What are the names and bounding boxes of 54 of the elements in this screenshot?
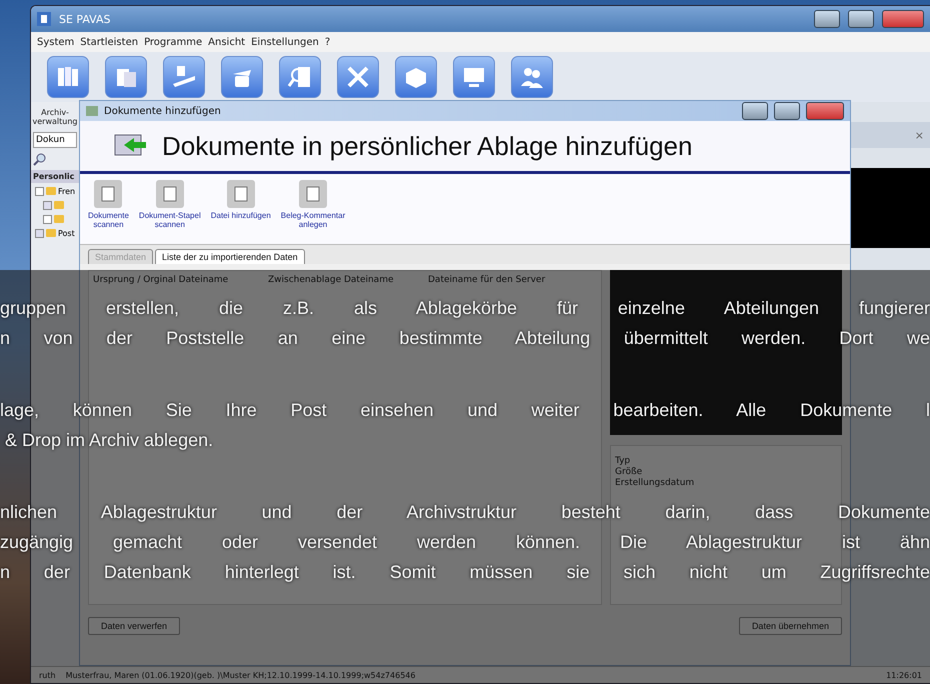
action-button[interactable]: Dokument-Stapel scannen [136,180,203,229]
close-button[interactable] [882,10,924,28]
action-button[interactable]: Datei hinzufügen [208,180,273,220]
dialog-button[interactable]: Daten verwerfen [88,617,180,635]
status-text: ruth [39,670,56,680]
toolbar-button[interactable] [395,56,437,98]
property-label: Größe [615,467,642,477]
minimize-button[interactable] [742,102,768,120]
dialog-heading: Dokumente in persönlicher Ablage hinzufügen [162,130,692,162]
dialog-button[interactable]: Daten übernehmen [738,617,842,635]
panel-tab[interactable]: Dokun [33,132,77,148]
toolbar-button[interactable] [105,56,147,98]
status-text: Musterfrau, Maren (01.06.1920)(geb. )\Muster KH;12.10.1999-14.10.1999;w54z746546 [66,670,416,680]
action-button[interactable]: Dokumente scannen [86,180,131,229]
toolbar-button[interactable] [337,56,379,98]
panel-heading: Personlic [31,170,79,183]
menu-item[interactable]: ? [324,36,330,48]
status-text: 11:26:01 [886,670,922,680]
app-icon [37,12,51,26]
property-label: Erstellungsdatum [615,478,694,488]
toolbar-button[interactable] [453,56,495,98]
maximize-button[interactable] [848,10,874,28]
search-icon [33,152,47,166]
menu-item[interactable]: Einstellungen [251,36,319,48]
expand-toggle[interactable] [43,200,52,210]
caption-line: n der Datenbank hinterlegt ist. Somit müssen sie sich nicht um Zugriffsrechte [0,561,930,584]
menu-item[interactable]: Startleisten [80,36,138,48]
toolbar-button[interactable] [163,56,205,98]
collapse-toggle[interactable] [43,214,52,224]
menu-item[interactable]: System [37,36,74,48]
close-tab-button[interactable]: × [914,128,924,142]
toolbar-button[interactable] [47,56,89,98]
tab[interactable]: Liste der zu importierenden Daten [155,249,305,264]
tree-item[interactable]: Post [58,228,75,238]
side-label[interactable]: Archiv- verwaltung [31,102,79,130]
property-label: Typ [615,456,630,466]
menu-item[interactable]: Programme [144,36,202,48]
action-button[interactable]: Beleg-Kommentar anlegen [278,180,348,229]
toolbar-button[interactable] [511,56,553,98]
toolbar-button[interactable] [221,56,263,98]
caption-line: nlichen Ablagestruktur und der Archivstruktur besteht darin, dass Dokumente [0,501,930,524]
column-header: Ursprung / Orginal Dateiname [92,274,230,287]
collapse-toggle[interactable] [35,186,44,196]
minimize-button[interactable] [814,10,840,28]
column-header: Zwischenablage Dateiname [267,274,394,287]
tree-item[interactable]: Fren [58,186,76,196]
close-button[interactable] [806,102,844,120]
dialog-title: Dokumente hinzufügen [104,106,221,116]
column-header: Dateiname für den Server [427,274,546,287]
maximize-button[interactable] [774,102,800,120]
menu-item[interactable]: Ansicht [208,36,246,48]
window-title: SE PAVAS [59,12,111,26]
expand-toggle[interactable] [35,228,44,238]
toolbar-button[interactable] [279,56,321,98]
